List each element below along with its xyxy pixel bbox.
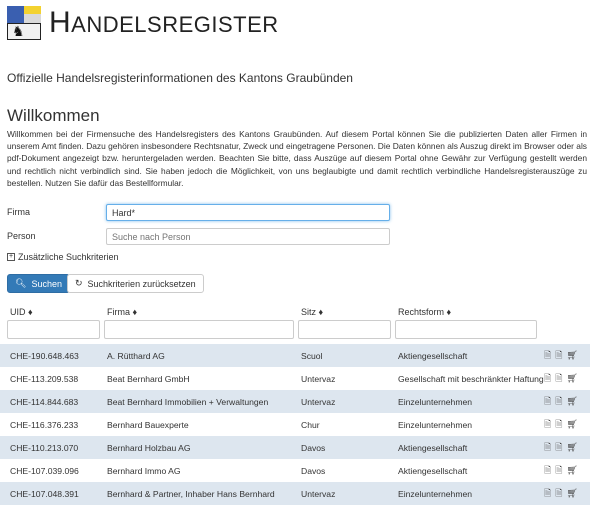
rechtsform-cell: Aktiengesellschaft — [398, 466, 468, 476]
refresh-icon: ↻ — [75, 278, 83, 288]
page-subtitle: Offizielle Handelsregisterinformationen … — [7, 71, 353, 85]
row-actions: 🗎︎ 🗎︎ 🛒︎ — [544, 350, 578, 360]
more-criteria-toggle[interactable]: + Zusätzliche Suchkriterien — [7, 252, 119, 262]
pdf-extract-icon[interactable]: 🗎︎ — [555, 488, 562, 498]
table-row[interactable]: CHE-114.844.683 Beat Bernhard Immobilien … — [0, 390, 590, 413]
uid-cell: CHE-114.844.683 — [10, 397, 79, 407]
uid-cell: CHE-190.648.463 — [10, 351, 79, 361]
pdf-extract-icon[interactable]: 🗎︎ — [555, 373, 562, 383]
table-row[interactable]: CHE-107.048.391 Bernhard & Partner, Inhab… — [0, 482, 590, 505]
html-extract-icon[interactable]: 🗎︎ — [544, 396, 551, 406]
firma-label: Firma — [7, 207, 30, 217]
firma-cell: Bernhard Immo AG — [107, 466, 181, 476]
pdf-extract-icon[interactable]: 🗎︎ — [555, 442, 562, 452]
firma-cell: A. Rütthard AG — [107, 351, 165, 361]
order-cart-icon[interactable]: 🛒︎ — [567, 396, 578, 406]
column-header-sitz[interactable]: Sitz ♦ — [301, 307, 323, 317]
order-cart-icon[interactable]: 🛒︎ — [567, 350, 578, 360]
rechtsform-cell: Gesellschaft mit beschränkter Haftung — [398, 374, 544, 384]
person-input[interactable] — [106, 228, 390, 245]
table-row[interactable]: CHE-116.376.233 Bernhard Bauexperte Chur Ei… — [0, 413, 590, 436]
rechtsform-cell: Einzelunternehmen — [398, 489, 473, 499]
sitz-cell: Scuol — [301, 351, 323, 361]
more-criteria-label: Zusätzliche Suchkriterien — [18, 252, 119, 262]
welcome-heading: Willkommen — [7, 106, 100, 125]
order-cart-icon[interactable]: 🛒︎ — [567, 465, 578, 475]
rechtsform-cell: Aktiengesellschaft — [398, 443, 468, 453]
column-header-rechtsform[interactable]: Rechtsform ♦ — [398, 307, 451, 317]
search-button-label: Suchen — [31, 278, 62, 289]
firma-cell: Bernhard Bauexperte — [107, 420, 189, 430]
pdf-extract-icon[interactable]: 🗎︎ — [555, 419, 562, 429]
search-button[interactable]: 🔍︎ Suchen — [7, 274, 70, 293]
order-cart-icon[interactable]: 🛒︎ — [567, 442, 578, 452]
column-header-firma[interactable]: Firma ♦ — [107, 307, 137, 317]
html-extract-icon[interactable]: 🗎︎ — [544, 419, 551, 429]
html-extract-icon[interactable]: 🗎︎ — [544, 465, 551, 475]
uid-cell: CHE-110.213.070 — [10, 443, 79, 453]
pdf-extract-icon[interactable]: 🗎︎ — [555, 396, 562, 406]
uid-cell: CHE-107.048.391 — [10, 489, 79, 499]
row-actions: 🗎︎ 🗎︎ 🛒︎ — [544, 465, 578, 475]
table-row[interactable]: CHE-113.209.538 Beat Bernhard GmbH Unterva… — [0, 367, 590, 390]
filter-sitz-input[interactable] — [298, 320, 391, 339]
pdf-extract-icon[interactable]: 🗎︎ — [555, 350, 562, 360]
reset-button[interactable]: ↻ Suchkriterien zurücksetzen — [67, 274, 204, 293]
sitz-cell: Davos — [301, 466, 326, 476]
person-label: Person — [7, 231, 36, 241]
html-extract-icon[interactable]: 🗎︎ — [544, 373, 551, 383]
sitz-cell: Untervaz — [301, 374, 336, 384]
row-actions: 🗎︎ 🗎︎ 🛒︎ — [544, 373, 578, 383]
order-cart-icon[interactable]: 🛒︎ — [567, 488, 578, 498]
html-extract-icon[interactable]: 🗎︎ — [544, 442, 551, 452]
firma-cell: Bernhard Holzbau AG — [107, 443, 191, 453]
row-actions: 🗎︎ 🗎︎ 🛒︎ — [544, 442, 578, 452]
canton-coat-of-arms-icon: ♞ — [7, 6, 41, 40]
sitz-cell: Chur — [301, 420, 320, 430]
pdf-extract-icon[interactable]: 🗎︎ — [555, 465, 562, 475]
welcome-text: Willkommen bei der Firmensuche des Hande… — [7, 129, 587, 188]
html-extract-icon[interactable]: 🗎︎ — [544, 350, 551, 360]
rechtsform-cell: Einzelunternehmen — [398, 420, 473, 430]
filter-rechtsform-input[interactable] — [395, 320, 537, 339]
uid-cell: CHE-116.376.233 — [10, 420, 79, 430]
table-row[interactable]: CHE-107.039.096 Bernhard Immo AG Davos Akti… — [0, 459, 590, 482]
reset-button-label: Suchkriterien zurücksetzen — [87, 278, 196, 289]
rechtsform-cell: Aktiengesellschaft — [398, 351, 468, 361]
table-row[interactable]: CHE-190.648.463 A. Rütthard AG Scuol Aktien… — [0, 344, 590, 367]
filter-firma-input[interactable] — [104, 320, 294, 339]
firma-cell: Beat Bernhard GmbH — [107, 374, 190, 384]
order-cart-icon[interactable]: 🛒︎ — [567, 419, 578, 429]
sitz-cell: Davos — [301, 443, 326, 453]
sitz-cell: Untervaz — [301, 397, 336, 407]
filter-uid-input[interactable] — [7, 320, 100, 339]
row-actions: 🗎︎ 🗎︎ 🛒︎ — [544, 488, 578, 498]
row-actions: 🗎︎ 🗎︎ 🛒︎ — [544, 396, 578, 406]
sitz-cell: Untervaz — [301, 489, 336, 499]
column-header-uid[interactable]: UID ♦ — [10, 307, 33, 317]
firma-cell: Bernhard & Partner, Inhaber Hans Bernhar… — [107, 489, 275, 499]
uid-cell: CHE-113.209.538 — [10, 374, 79, 384]
search-icon: 🔍︎ — [15, 278, 27, 288]
order-cart-icon[interactable]: 🛒︎ — [567, 373, 578, 383]
rechtsform-cell: Einzelunternehmen — [398, 397, 473, 407]
html-extract-icon[interactable]: 🗎︎ — [544, 488, 551, 498]
uid-cell: CHE-107.039.096 — [10, 466, 79, 476]
table-row[interactable]: CHE-110.213.070 Bernhard Holzbau AG Davos A… — [0, 436, 590, 459]
page-title: HANDELSREGISTER — [49, 6, 279, 39]
plus-square-icon: + — [7, 253, 15, 261]
firma-input[interactable] — [106, 204, 390, 221]
firma-cell: Beat Bernhard Immobilien + Verwaltungen — [107, 397, 269, 407]
row-actions: 🗎︎ 🗎︎ 🛒︎ — [544, 419, 578, 429]
page-header: ♞ HANDELSREGISTER — [7, 6, 279, 40]
